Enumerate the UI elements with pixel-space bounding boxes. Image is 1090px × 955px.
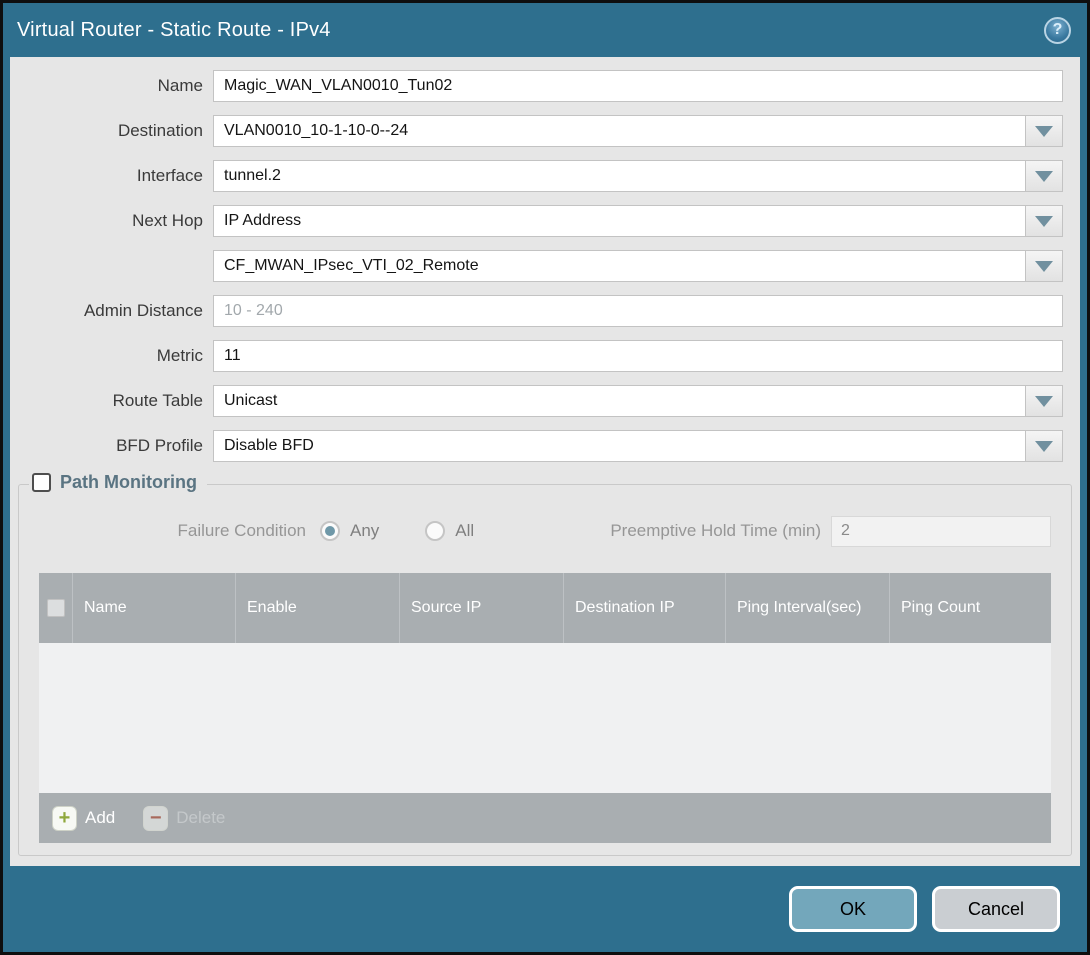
failure-condition-all-radio[interactable] xyxy=(425,521,445,541)
failure-condition-any-radio[interactable] xyxy=(320,521,340,541)
add-button[interactable]: + Add xyxy=(52,806,115,831)
admin-distance-label: Admin Distance xyxy=(18,301,203,321)
admin-distance-row: Admin Distance xyxy=(18,295,1072,327)
metric-row: Metric xyxy=(18,340,1072,372)
route-table-label: Route Table xyxy=(18,391,203,411)
static-route-dialog: Virtual Router - Static Route - IPv4 ? N… xyxy=(0,0,1090,955)
interface-dropdown-button[interactable] xyxy=(1026,160,1063,192)
ok-button[interactable]: OK xyxy=(789,886,917,932)
path-monitoring-section: Path Monitoring Failure Condition Any Al… xyxy=(18,484,1072,856)
name-label: Name xyxy=(18,76,203,96)
interface-row: Interface xyxy=(18,160,1072,192)
admin-distance-input[interactable] xyxy=(213,295,1063,327)
preemptive-hold-time-input[interactable] xyxy=(831,516,1051,547)
next-hop-type-input[interactable] xyxy=(213,205,1026,237)
preemptive-hold-time-label: Preemptive Hold Time (min) xyxy=(610,521,821,541)
minus-icon: − xyxy=(143,806,168,831)
next-hop-address-row xyxy=(18,250,1072,282)
delete-button-label: Delete xyxy=(176,808,225,828)
interface-label: Interface xyxy=(18,166,203,186)
interface-input[interactable] xyxy=(213,160,1026,192)
destination-dropdown-button[interactable] xyxy=(1026,115,1063,147)
destination-label: Destination xyxy=(18,121,203,141)
failure-condition-row: Failure Condition Any All Preemptive Hol… xyxy=(19,515,1051,547)
path-monitoring-legend: Path Monitoring xyxy=(29,472,207,493)
name-input[interactable] xyxy=(213,70,1063,102)
chevron-down-icon xyxy=(1035,171,1053,182)
chevron-down-icon xyxy=(1035,216,1053,227)
next-hop-address-dropdown-button[interactable] xyxy=(1026,250,1063,282)
column-header-enable: Enable xyxy=(236,573,400,643)
bfd-profile-dropdown-button[interactable] xyxy=(1026,430,1063,462)
name-row: Name xyxy=(18,70,1072,102)
select-all-cell xyxy=(39,573,73,643)
bfd-profile-label: BFD Profile xyxy=(18,436,203,456)
table-header-row: Name Enable Source IP Destination IP Pin… xyxy=(39,573,1051,643)
table-body-empty xyxy=(39,643,1051,793)
bfd-profile-input[interactable] xyxy=(213,430,1026,462)
help-icon[interactable]: ? xyxy=(1044,17,1071,44)
dialog-title: Virtual Router - Static Route - IPv4 xyxy=(17,19,331,42)
next-hop-row: Next Hop xyxy=(18,205,1072,237)
add-button-label: Add xyxy=(85,808,115,828)
delete-button[interactable]: − Delete xyxy=(143,806,225,831)
metric-label: Metric xyxy=(18,346,203,366)
dialog-body: Name Destination Interface xyxy=(10,57,1080,866)
failure-condition-label: Failure Condition xyxy=(19,521,306,541)
column-header-name: Name xyxy=(73,573,236,643)
failure-condition-all-label: All xyxy=(455,521,474,541)
destination-input[interactable] xyxy=(213,115,1026,147)
chevron-down-icon xyxy=(1035,396,1053,407)
destination-row: Destination xyxy=(18,115,1072,147)
plus-icon: + xyxy=(52,806,77,831)
failure-condition-any-label: Any xyxy=(350,521,379,541)
route-table-input[interactable] xyxy=(213,385,1026,417)
column-header-destination-ip: Destination IP xyxy=(564,573,726,643)
next-hop-type-dropdown-button[interactable] xyxy=(1026,205,1063,237)
route-table-row: Route Table xyxy=(18,385,1072,417)
path-monitoring-checkbox[interactable] xyxy=(32,473,51,492)
select-all-checkbox[interactable] xyxy=(47,599,65,617)
chevron-down-icon xyxy=(1035,261,1053,272)
path-monitoring-title: Path Monitoring xyxy=(60,472,197,493)
next-hop-label: Next Hop xyxy=(18,211,203,231)
title-bar: Virtual Router - Static Route - IPv4 ? xyxy=(3,3,1087,57)
column-header-ping-interval: Ping Interval(sec) xyxy=(726,573,890,643)
column-header-ping-count: Ping Count xyxy=(890,573,1051,643)
bfd-profile-row: BFD Profile xyxy=(18,430,1072,462)
route-table-dropdown-button[interactable] xyxy=(1026,385,1063,417)
path-monitoring-table: Name Enable Source IP Destination IP Pin… xyxy=(39,573,1051,843)
table-toolbar: + Add − Delete xyxy=(39,793,1051,843)
column-header-source-ip: Source IP xyxy=(400,573,564,643)
metric-input[interactable] xyxy=(213,340,1063,372)
cancel-button[interactable]: Cancel xyxy=(932,886,1060,932)
chevron-down-icon xyxy=(1035,126,1053,137)
next-hop-address-input[interactable] xyxy=(213,250,1026,282)
dialog-footer: OK Cancel xyxy=(3,866,1087,952)
chevron-down-icon xyxy=(1035,441,1053,452)
